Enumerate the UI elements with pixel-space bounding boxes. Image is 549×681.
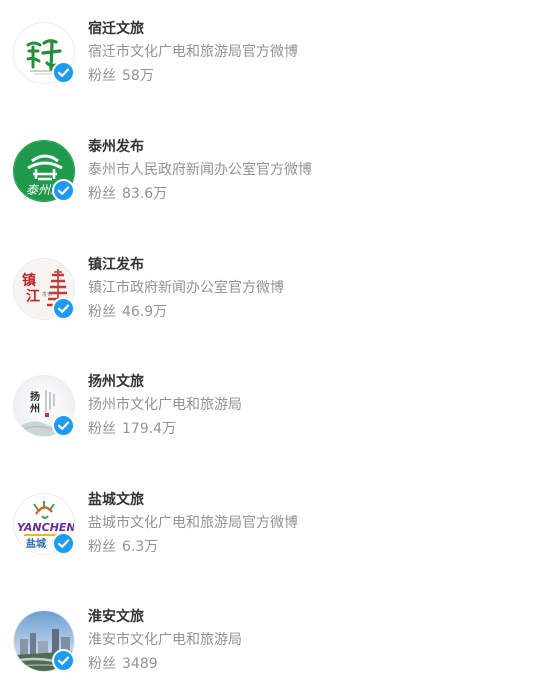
follower-count: 粉丝 83.6万 xyxy=(88,185,167,203)
avatar[interactable] xyxy=(13,22,75,84)
svg-text:发布: 发布 xyxy=(42,291,52,298)
account-list: 宿迁文旅 宿迁市文化广电和旅游局官方微博 粉丝 58万 泰州发 泰州发布 泰州市… xyxy=(0,0,549,681)
follower-value: 58万 xyxy=(122,68,154,84)
follower-value: 46.9万 xyxy=(122,304,168,320)
account-description: 扬州市文化广电和旅游局 xyxy=(88,397,242,413)
svg-text:镇: 镇 xyxy=(22,272,36,289)
account-description: 盐城市文化广电和旅游局官方微博 xyxy=(88,515,298,531)
verified-badge-icon xyxy=(52,61,75,84)
svg-text:扬: 扬 xyxy=(30,390,40,403)
avatar[interactable]: 镇 江 发布 xyxy=(13,258,75,320)
account-description: 泰州市人民政府新闻办公室官方微博 xyxy=(88,162,312,178)
follower-count: 粉丝 46.9万 xyxy=(88,303,167,321)
svg-text:盐城: 盐城 xyxy=(26,537,46,550)
follower-count: 粉丝 6.3万 xyxy=(88,538,158,556)
follower-count: 粉丝 58万 xyxy=(88,67,154,85)
account-item[interactable]: 宿迁文旅 宿迁市文化广电和旅游局官方微博 粉丝 58万 xyxy=(0,20,549,102)
account-description: 镇江市政府新闻办公室官方微博 xyxy=(88,280,284,296)
account-item[interactable]: YANCHENG 盐城 盐城文旅 盐城市文化广电和旅游局官方微博 粉丝 6.3万 xyxy=(0,491,549,573)
account-description: 淮安市文化广电和旅游局 xyxy=(88,632,242,648)
account-name[interactable]: 淮安文旅 xyxy=(88,608,144,626)
follower-label: 粉丝 xyxy=(88,539,116,555)
svg-text:江: 江 xyxy=(26,288,40,305)
verified-badge-icon xyxy=(52,532,75,555)
account-description: 宿迁市文化广电和旅游局官方微博 xyxy=(88,44,298,60)
follower-label: 粉丝 xyxy=(88,656,116,672)
avatar[interactable]: 扬 州 xyxy=(13,375,75,437)
follower-value: 6.3万 xyxy=(122,539,159,555)
follower-label: 粉丝 xyxy=(88,304,116,320)
follower-count: 粉丝 179.4万 xyxy=(88,420,176,438)
account-item[interactable]: 淮安文旅 淮安市文化广电和旅游局 粉丝 3489 xyxy=(0,608,549,681)
avatar[interactable] xyxy=(13,610,75,672)
account-item[interactable]: 镇 江 发布 镇江发布 镇江市政府新闻办公室官方微博 粉丝 46.9万 xyxy=(0,256,549,338)
follower-value: 3489 xyxy=(122,656,158,672)
svg-text:州: 州 xyxy=(29,403,40,415)
follower-label: 粉丝 xyxy=(88,68,116,84)
avatar[interactable]: 泰州发 xyxy=(13,140,75,202)
account-name[interactable]: 盐城文旅 xyxy=(88,491,144,509)
verified-badge-icon xyxy=(52,179,75,202)
verified-badge-icon xyxy=(52,414,75,437)
account-item[interactable]: 泰州发 泰州发布 泰州市人民政府新闻办公室官方微博 粉丝 83.6万 xyxy=(0,138,549,220)
account-name[interactable]: 扬州文旅 xyxy=(88,373,144,391)
follower-count: 粉丝 3489 xyxy=(88,655,158,673)
follower-value: 83.6万 xyxy=(122,186,168,202)
verified-badge-icon xyxy=(52,649,75,672)
account-name[interactable]: 宿迁文旅 xyxy=(88,20,144,38)
follower-label: 粉丝 xyxy=(88,186,116,202)
account-name[interactable]: 镇江发布 xyxy=(88,256,144,274)
verified-badge-icon xyxy=(52,297,75,320)
follower-value: 179.4万 xyxy=(122,421,177,437)
follower-label: 粉丝 xyxy=(88,421,116,437)
account-name[interactable]: 泰州发布 xyxy=(88,138,144,156)
account-item[interactable]: 扬 州 扬州文旅 扬州市文化广电和旅游局 粉丝 179.4万 xyxy=(0,373,549,455)
avatar[interactable]: YANCHENG 盐城 xyxy=(13,493,75,555)
